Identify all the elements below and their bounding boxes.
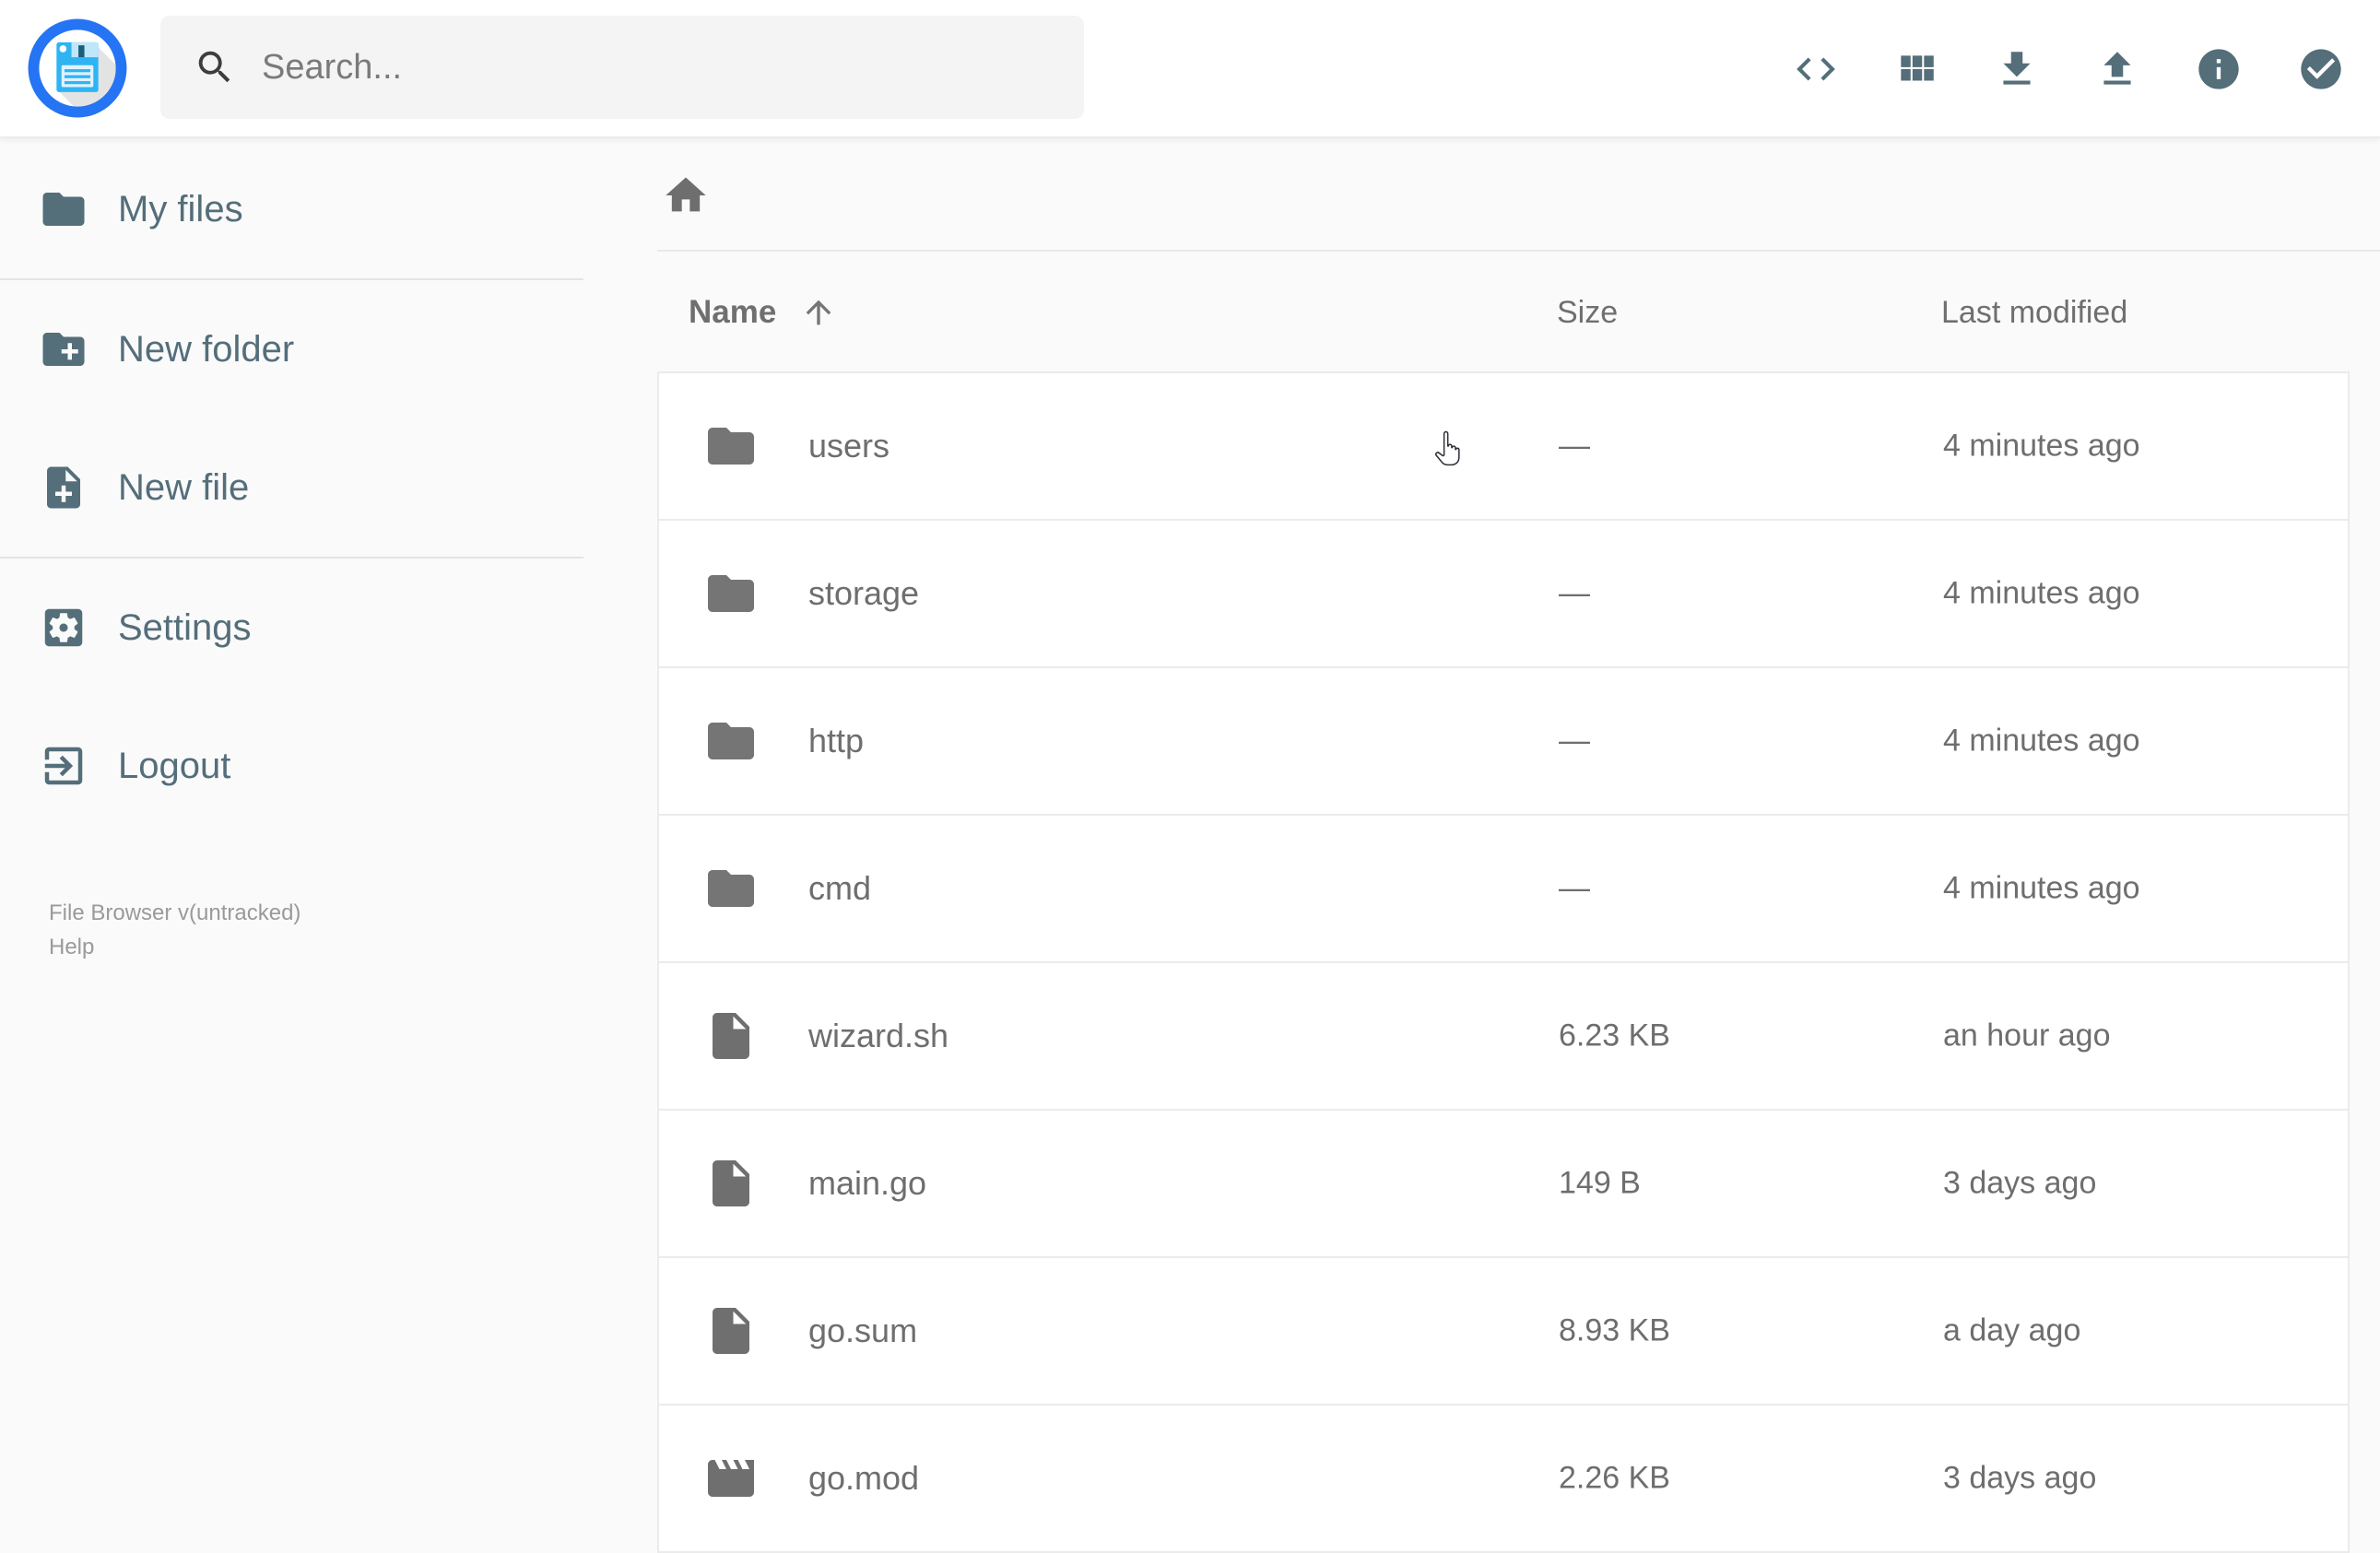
file-modified: 4 minutes ago [1943,575,2140,611]
file-row[interactable]: go.sum 8.93 KB a day ago [657,1256,2350,1406]
info-icon [2198,49,2239,89]
column-name-label: Name [689,294,777,330]
file-icon [713,1160,749,1206]
home-icon [666,177,706,211]
check-circle-icon [2301,49,2341,89]
file-modified: 3 days ago [1943,1165,2097,1201]
arrow-up-icon [806,300,831,325]
file-row[interactable]: users — 4 minutes ago [657,371,2350,521]
search-input[interactable] [262,16,1084,119]
file-row[interactable]: main.go 149 B 3 days ago [657,1109,2350,1258]
file-size: 6.23 KB [1559,1018,1670,1053]
file-modified: 4 minutes ago [1943,723,2140,759]
file-row[interactable]: go.mod 2.26 KB 3 days ago [657,1404,2350,1553]
logout-icon [44,747,83,785]
code-icon [1797,57,1835,81]
file-modified: 4 minutes ago [1943,870,2140,906]
file-name: go.mod [808,1459,920,1497]
upload-button[interactable] [2094,46,2140,92]
sidebar: My files New folder New file Settings Lo… [0,140,657,1530]
sort-by-modified-header[interactable]: Last modified [1941,295,2127,331]
file-name: cmd [808,869,872,907]
file-name: storage [808,574,920,612]
view-module-icon [1901,55,1934,81]
movie-icon [708,1460,754,1497]
listing-header: Name Size Last modified [657,252,2380,373]
select-multiple-button[interactable] [2297,45,2345,93]
folder-icon [708,870,754,907]
folder-icon [708,428,754,465]
file-size: — [1559,870,1590,906]
info-button[interactable] [2195,45,2243,93]
file-name: go.sum [808,1312,918,1349]
file-modified: 4 minutes ago [1943,428,2140,464]
top-bar [0,0,2380,138]
file-size: 2.26 KB [1559,1460,1670,1496]
sort-by-name-header[interactable]: Name [689,294,837,331]
search-bar [160,16,1084,119]
app-logo[interactable] [28,18,127,118]
sidebar-item-label: My files [118,188,243,229]
file-row[interactable]: http — 4 minutes ago [657,666,2350,816]
sidebar-item-logout[interactable]: Logout [0,697,657,835]
download-icon [2003,52,2031,85]
file-modified: 3 days ago [1943,1460,2097,1496]
floppy-disk-logo-icon [28,18,127,118]
file-size: — [1559,575,1590,611]
sidebar-item-settings[interactable]: Settings [0,559,657,697]
home-button[interactable] [662,171,710,219]
file-name: users [808,427,890,465]
folder-icon [42,193,85,226]
file-size: — [1559,723,1590,759]
file-size: 149 B [1559,1165,1641,1201]
file-name: wizard.sh [808,1017,949,1054]
file-modified: a day ago [1943,1312,2081,1348]
file-size: — [1559,428,1590,464]
file-listing: Name Size Last modified users — 4 minute… [657,140,2380,1553]
file-name: http [808,722,865,759]
sidebar-item-label: New file [118,466,250,508]
file-row[interactable]: cmd — 4 minutes ago [657,814,2350,963]
file-list: users — 4 minutes ago storage — 4 minute… [657,371,2350,1553]
raw-code-button[interactable] [1793,46,1839,92]
file-name: main.go [808,1164,927,1202]
sidebar-item-label: Settings [118,606,252,648]
sidebar-item-label: Logout [118,745,231,786]
folder-icon [708,575,754,612]
file-modified: an hour ago [1943,1018,2111,1053]
toolbar [1793,0,2345,138]
file-icon [713,1013,749,1059]
sidebar-item-new-file[interactable]: New file [0,418,657,557]
folder-icon [708,723,754,759]
sidebar-item-new-folder[interactable]: New folder [0,280,657,418]
file-size: 8.93 KB [1559,1312,1670,1348]
upload-icon [2103,52,2131,85]
download-button[interactable] [1994,46,2040,92]
settings-icon [44,608,83,647]
file-icon [713,1308,749,1354]
sidebar-item-my-files[interactable]: My files [0,140,657,278]
sidebar-footer: File Browser v(untracked) Help [49,896,300,964]
sort-by-size-header[interactable]: Size [1557,295,1618,331]
app-version: File Browser v(untracked) [49,900,301,925]
new-file-icon [47,466,80,509]
view-toggle-button[interactable] [1893,46,1939,92]
new-folder-icon [42,333,85,366]
breadcrumb [657,140,2380,252]
sidebar-item-label: New folder [118,328,295,370]
help-link[interactable]: Help [49,930,300,964]
search-icon [198,51,230,83]
file-row[interactable]: storage — 4 minutes ago [657,519,2350,668]
file-row[interactable]: wizard.sh 6.23 KB an hour ago [657,961,2350,1111]
